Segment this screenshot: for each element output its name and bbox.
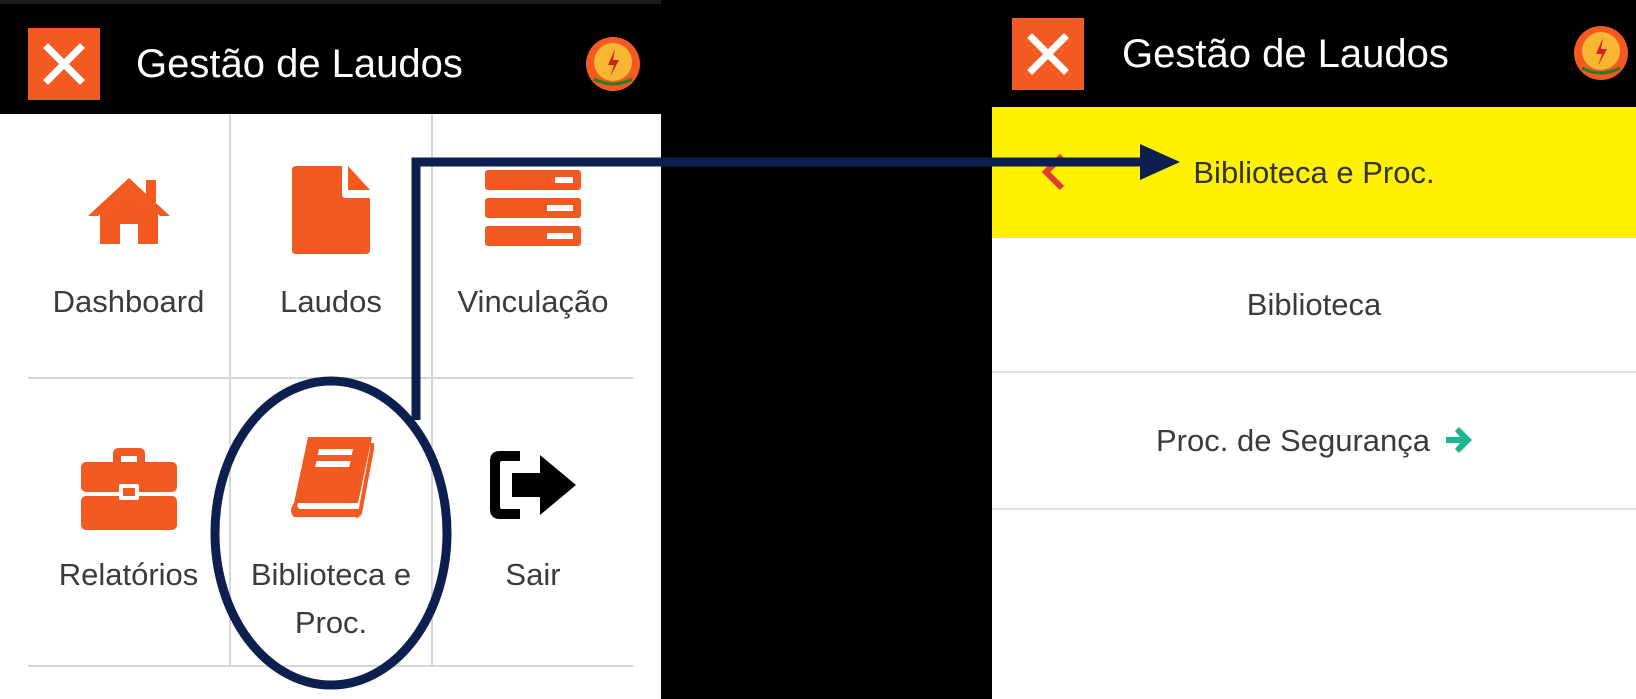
submenu-header: Biblioteca e Proc. [992, 107, 1636, 238]
menu-item-sair[interactable]: Sair [433, 379, 633, 665]
server-icon [485, 170, 581, 246]
submenu-title: Biblioteca e Proc. [1193, 155, 1435, 190]
right-screen: Gestão de Laudos Biblioteca e Proc. Bibl… [992, 0, 1636, 699]
menu-item-biblioteca-proc[interactable]: Biblioteca e Proc. [231, 379, 431, 665]
home-icon [87, 178, 170, 244]
menu-item-vinculacao[interactable]: Vinculação [433, 114, 633, 377]
menu-item-label: Relatórios [58, 557, 199, 592]
menu-item-label: Dashboard [52, 284, 205, 319]
sign-out-icon [490, 451, 576, 519]
company-logo [1574, 26, 1628, 80]
submenu-item-label: Proc. de Segurança [1155, 423, 1430, 458]
submenu-item-proc-seguranca[interactable]: Proc. de Segurança [992, 373, 1636, 510]
back-chevron-icon[interactable] [1038, 152, 1068, 192]
book-icon [291, 437, 374, 519]
submenu-item-label: Biblioteca [1246, 287, 1382, 322]
app-title: Gestão de Laudos [1122, 32, 1449, 76]
close-button[interactable] [28, 28, 100, 100]
menu-item-dashboard[interactable]: Dashboard [28, 114, 229, 377]
menu-item-label: Sair [505, 557, 561, 592]
left-screen: Gestão de Laudos Dashboard Laudos Vincul… [0, 0, 661, 699]
app-title: Gestão de Laudos [136, 42, 463, 86]
menu-item-label: Vinculação [457, 284, 609, 319]
briefcase-icon [80, 448, 177, 530]
menu-item-label-line-1: Biblioteca e [250, 557, 412, 592]
menu-item-laudos[interactable]: Laudos [231, 114, 431, 377]
main-menu-grid: Dashboard Laudos Vinculação Relatórios B… [0, 114, 661, 699]
arrow-right-icon [1446, 426, 1472, 453]
document-icon [292, 166, 370, 254]
grid-divider [28, 665, 633, 667]
app-bar: Gestão de Laudos [992, 0, 1636, 107]
company-logo [586, 37, 640, 91]
menu-item-label-line-2: Proc. [294, 605, 368, 640]
menu-item-label: Laudos [280, 284, 382, 319]
submenu-item-biblioteca[interactable]: Biblioteca [992, 238, 1636, 373]
app-bar: Gestão de Laudos [0, 0, 661, 114]
close-button[interactable] [1012, 18, 1084, 90]
close-icon [43, 43, 85, 85]
menu-item-relatorios[interactable]: Relatórios [28, 379, 229, 665]
close-icon [1027, 33, 1069, 75]
